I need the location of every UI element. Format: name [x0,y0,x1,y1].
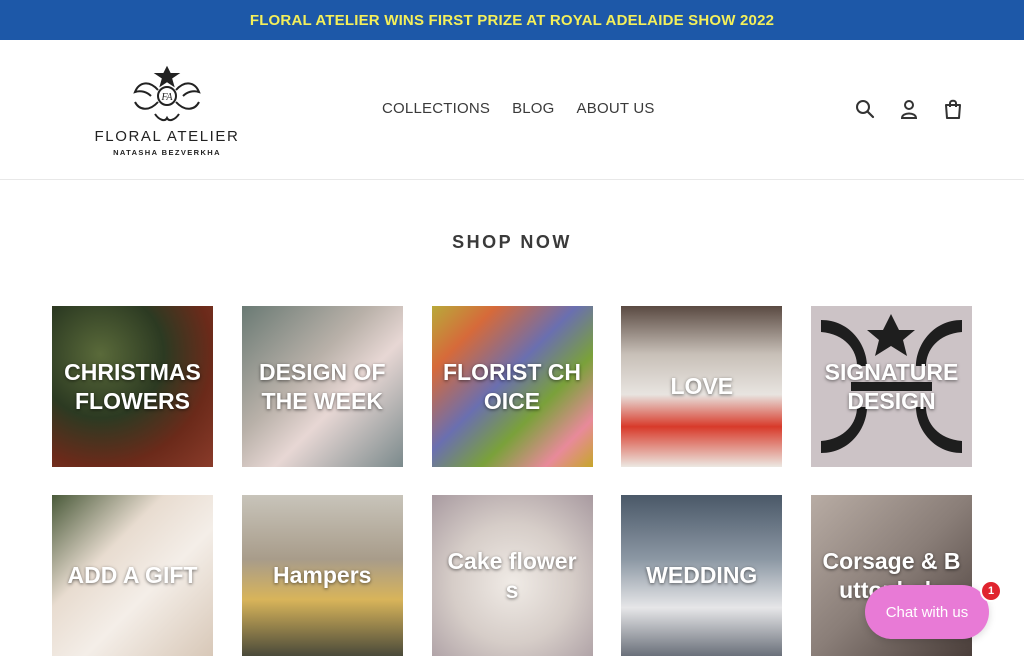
main-nav: COLLECTIONS BLOG ABOUT US [382,100,655,117]
logo-emblem-icon: FA [133,65,201,122]
collection-tile-add-a-gift[interactable]: ADD A GIFT [52,495,213,656]
announcement-text: FLORAL ATELIER WINS FIRST PRIZE AT ROYAL… [249,11,775,29]
cart-icon[interactable] [942,98,964,120]
collection-tile-christmas-flowers[interactable]: CHRISTMAS FLOWERS [52,306,213,467]
collection-label: Cake flowers [447,547,577,603]
section-title: SHOP NOW [452,232,572,252]
collection-tile-florist-choice[interactable]: FLORIST CHOICE [431,306,593,467]
logo-subtitle: NATASHA BEZVERKHA [113,148,221,157]
collection-tile-design-of-the-week[interactable]: DESIGN OF THE WEEK [241,306,403,467]
search-icon[interactable] [854,98,876,120]
nav-item-collections[interactable]: COLLECTIONS [382,100,490,117]
announcement-bar: FLORAL ATELIER WINS FIRST PRIZE AT ROYAL… [0,0,1024,40]
nav-item-about-us[interactable]: ABOUT US [577,100,655,117]
chat-button-label: Chat with us [885,603,969,621]
logo-brand-name: FLORAL ATELIER [94,128,240,145]
collection-label: CHRISTMAS FLOWERS [64,358,201,414]
account-icon[interactable] [898,98,920,120]
collection-tile-love[interactable]: LOVE [621,306,783,467]
site-logo[interactable]: FA FLORAL ATELIER NATASHA BEZVERKHA [92,62,242,162]
collection-label: WEDDING [646,562,758,588]
collection-tile-cake-flowers[interactable]: Cake flowers [431,495,593,656]
collections-grid: CHRISTMAS FLOWERS DESIGN OF THE WEEK FLO… [52,306,972,656]
collection-label: FLORIST CHOICE [443,358,581,414]
collection-label: LOVE [670,373,734,399]
collection-label: ADD A GIFT [67,562,198,588]
chat-button[interactable]: Chat with us [865,585,989,639]
collection-tile-wedding[interactable]: WEDDING [621,495,783,656]
collection-tile-signature-design[interactable]: SIGNATURE DESIGN [811,306,972,467]
chat-notification-badge: 1 [980,580,1002,602]
collection-tile-hampers[interactable]: Hampers [241,495,403,656]
site-header: FA FLORAL ATELIER NATASHA BEZVERKHA COLL… [0,40,1024,180]
collection-label: SIGNATURE DESIGN [824,358,959,414]
svg-text:FA: FA [161,92,174,103]
nav-item-blog[interactable]: BLOG [512,100,554,117]
collection-label: DESIGN OF THE WEEK [258,358,386,414]
collection-label: Hampers [273,562,372,588]
header-icons [854,98,964,120]
